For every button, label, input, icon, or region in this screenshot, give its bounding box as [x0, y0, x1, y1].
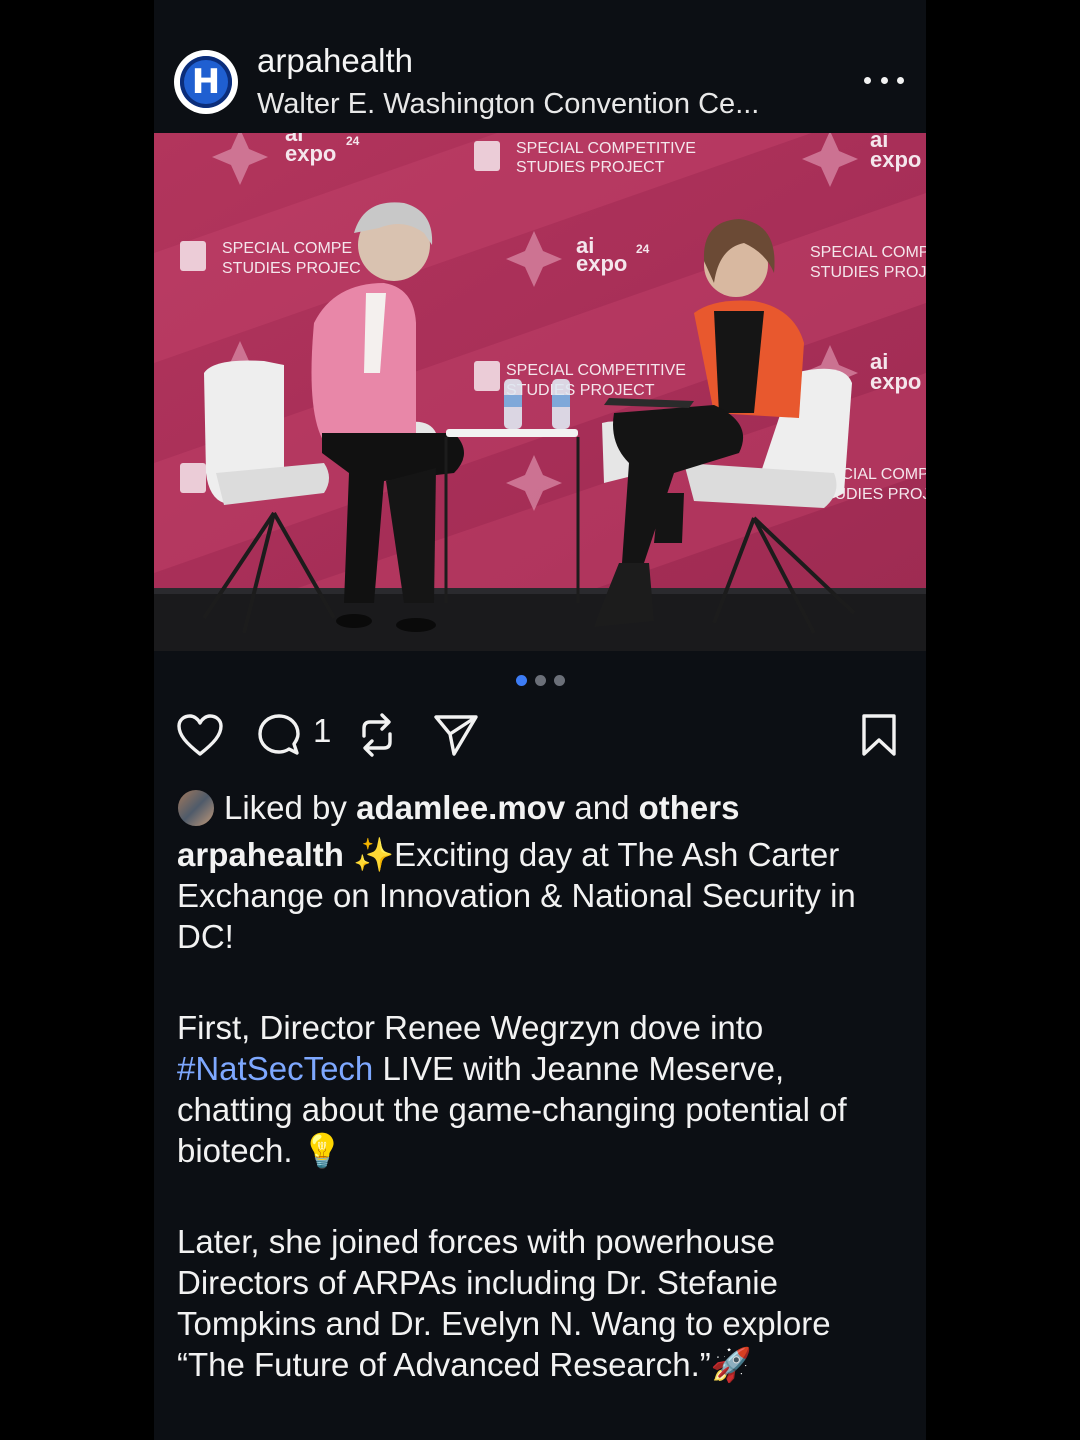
backdrop-expo: expo	[285, 141, 336, 166]
post-screen: H arpahealth Walter E. Washington Conven…	[154, 0, 926, 1440]
caption-text-3: Later, she joined forces with powerhouse…	[177, 1223, 831, 1383]
backdrop-special-2b: STUDIES PROJEC	[222, 260, 361, 277]
caption-text-2a: First, Director Renee Wegrzyn dove into	[177, 1009, 764, 1046]
liked-by-user[interactable]: adamlee.mov	[356, 789, 565, 827]
backdrop-expo-3: expo	[576, 251, 627, 276]
action-bar	[154, 708, 926, 762]
liked-by-conj: and	[574, 789, 630, 826]
repost-icon[interactable]	[354, 710, 400, 760]
carousel-indicator[interactable]	[154, 675, 926, 687]
caption-author[interactable]: arpahealth	[177, 836, 344, 873]
backdrop-special-3b: STUDIES PROJE	[810, 264, 926, 281]
carousel-dot-1[interactable]	[515, 675, 527, 686]
bookmark-icon[interactable]	[856, 712, 902, 758]
more-options-icon[interactable]	[864, 62, 904, 98]
hashtag-link[interactable]: #NatSecTech	[177, 1050, 373, 1087]
backdrop-special-4b: STUDIES PROJECT	[506, 382, 655, 399]
liked-by-others[interactable]: others	[639, 789, 740, 827]
backdrop-year-2: 24	[636, 242, 650, 256]
liked-by-prefix: Liked by	[224, 789, 347, 826]
carousel-dot-2[interactable]	[534, 675, 546, 686]
backdrop-special-4a: SPECIAL COMPETITIVE	[506, 362, 686, 379]
backdrop-year: 24	[346, 134, 360, 148]
share-icon[interactable]	[432, 712, 480, 758]
heart-icon[interactable]	[176, 712, 224, 758]
carousel-dot-3[interactable]	[553, 675, 565, 686]
backdrop-expo-4: expo	[870, 369, 921, 394]
event-stage-photo: ai expo 24 SPECIAL COMPETITIVE STUDIES P…	[154, 133, 926, 651]
backdrop-special-1a: SPECIAL COMPETITIVE	[516, 140, 696, 157]
post-caption: arpahealth ✨Exciting day at The Ash Cart…	[177, 834, 907, 1435]
backdrop-special-3a: SPECIAL COMP	[810, 244, 926, 261]
profile-avatar[interactable]: H	[174, 50, 238, 114]
backdrop-special-1b: STUDIES PROJECT	[516, 159, 665, 176]
comment-icon[interactable]	[256, 712, 302, 758]
comment-count[interactable]: 1	[313, 712, 331, 750]
backdrop-special-2a: SPECIAL COMPE	[222, 240, 352, 257]
post-username[interactable]: arpahealth	[257, 42, 413, 80]
backdrop-expo-2: expo	[870, 147, 921, 172]
caption-paragraph-2: First, Director Renee Wegrzyn dove into …	[177, 1007, 907, 1171]
liked-by-row[interactable]: Liked by adamlee.mov and others	[176, 786, 739, 830]
liker-avatar[interactable]	[176, 788, 216, 828]
post-location[interactable]: Walter E. Washington Convention Ce...	[257, 88, 759, 121]
post-header: H arpahealth Walter E. Washington Conven…	[154, 0, 926, 133]
avatar-logo: H	[180, 56, 232, 108]
caption-paragraph-3: Later, she joined forces with powerhouse…	[177, 1221, 907, 1385]
post-photo[interactable]: ai expo 24 SPECIAL COMPETITIVE STUDIES P…	[154, 133, 926, 651]
caption-paragraph-1: arpahealth ✨Exciting day at The Ash Cart…	[177, 834, 907, 957]
